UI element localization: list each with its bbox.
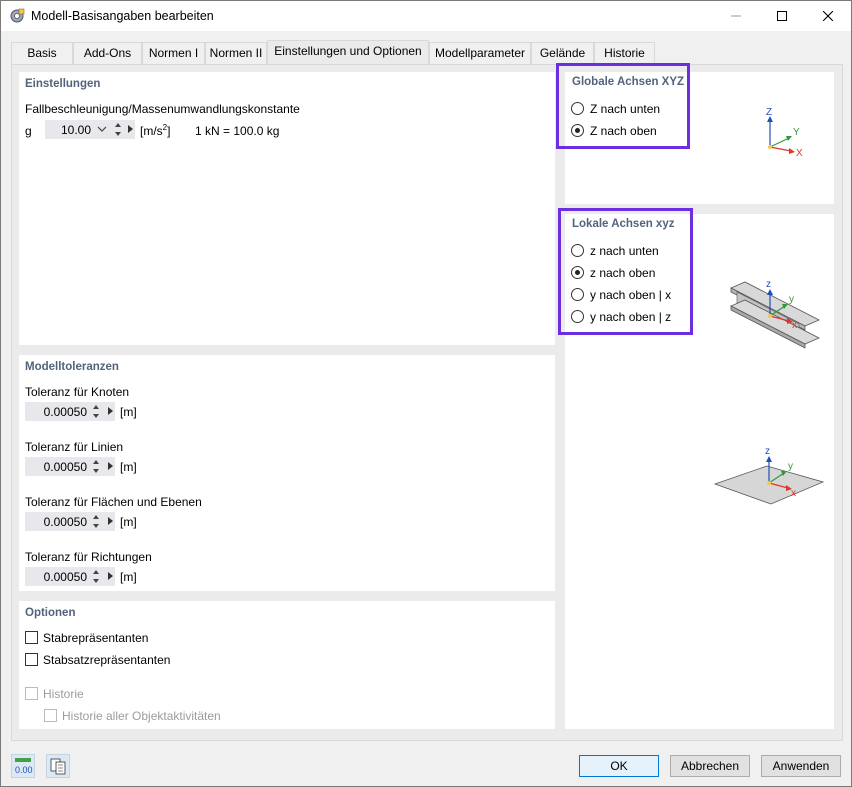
spin-next-icon[interactable] bbox=[108, 517, 113, 525]
toleranz-richtungen-input[interactable]: 0.00050 bbox=[25, 567, 115, 586]
spin-next-icon[interactable] bbox=[128, 125, 133, 133]
historie-checkbox[interactable] bbox=[25, 687, 38, 700]
svg-text:y: y bbox=[788, 461, 793, 472]
toleranz-knoten-unit: [m] bbox=[120, 405, 137, 419]
tab-gelaende[interactable]: Gelände bbox=[531, 42, 594, 64]
lokale-achsen-highlight bbox=[558, 208, 693, 335]
svg-text:Z: Z bbox=[766, 107, 772, 118]
svg-text:0.00: 0.00 bbox=[15, 765, 33, 775]
surface-axes-icon: z y x bbox=[713, 446, 825, 505]
close-button[interactable] bbox=[805, 1, 851, 31]
title-bar: Modell-Basisangaben bearbeiten bbox=[1, 1, 851, 31]
einstellungen-title: Einstellungen bbox=[25, 78, 101, 90]
cancel-button[interactable]: Abbrechen bbox=[670, 755, 750, 777]
toleranz-linien-unit: [m] bbox=[120, 460, 137, 474]
minimize-button[interactable] bbox=[713, 1, 759, 31]
svg-text:x: x bbox=[792, 320, 797, 331]
close-icon bbox=[823, 11, 833, 21]
minimize-icon bbox=[731, 15, 741, 17]
units-decimals-button[interactable]: 0.00 bbox=[11, 754, 35, 778]
ok-button[interactable]: OK bbox=[579, 755, 659, 777]
maximize-icon bbox=[777, 11, 787, 21]
toleranz-knoten-label: Toleranz für Knoten bbox=[25, 385, 130, 399]
svg-text:z: z bbox=[765, 446, 770, 457]
historie-aller-objektaktivitaeten-label[interactable]: Historie aller Objektaktivitäten bbox=[62, 709, 221, 723]
stabrepraesentanten-label[interactable]: Stabrepräsentanten bbox=[43, 631, 148, 645]
global-axes-icon: Z Y X bbox=[766, 107, 803, 159]
optionen-title: Optionen bbox=[25, 607, 76, 619]
spin-next-icon[interactable] bbox=[108, 407, 113, 415]
toleranz-linien-label: Toleranz für Linien bbox=[25, 440, 124, 454]
toleranzen-panel: Modelltoleranzen Toleranz für Knoten 0.0… bbox=[19, 355, 555, 591]
tab-modellparameter[interactable]: Modellparameter bbox=[429, 42, 531, 64]
globale-achsen-highlight bbox=[556, 63, 690, 149]
app-icon bbox=[10, 8, 25, 23]
g-label: g bbox=[25, 124, 32, 138]
toleranz-richtungen-unit: [m] bbox=[120, 570, 137, 584]
maximize-button[interactable] bbox=[759, 1, 805, 31]
chevron-down-icon[interactable] bbox=[97, 123, 107, 135]
spin-updown-icon[interactable] bbox=[91, 513, 101, 530]
stabrepraesentanten-checkbox[interactable] bbox=[25, 631, 38, 644]
spin-next-icon[interactable] bbox=[108, 462, 113, 470]
stabsatzrepraesentanten-checkbox[interactable] bbox=[25, 653, 38, 666]
toleranz-flaechen-unit: [m] bbox=[120, 515, 137, 529]
svg-text:X: X bbox=[796, 148, 803, 159]
copy-icon bbox=[50, 758, 66, 775]
tab-historie[interactable]: Historie bbox=[594, 42, 655, 64]
svg-text:Y: Y bbox=[793, 127, 800, 138]
dialog-window: Modell-Basisangaben bearbeiten Basis Add… bbox=[0, 0, 852, 787]
tab-einstellungen-und-optionen[interactable]: Einstellungen und Optionen bbox=[267, 40, 429, 64]
tab-basis[interactable]: Basis bbox=[11, 42, 73, 64]
stabsatzrepraesentanten-label[interactable]: Stabsatzrepräsentanten bbox=[43, 653, 170, 667]
g-unit: [m/s2] bbox=[140, 123, 171, 138]
gravity-subtitle: Fallbeschleunigung/Massenumwandlungskons… bbox=[25, 102, 300, 116]
spin-updown-icon[interactable] bbox=[91, 403, 101, 420]
toleranz-knoten-input[interactable]: 0.00050 bbox=[25, 402, 115, 421]
decimals-icon: 0.00 bbox=[15, 758, 33, 775]
optionen-panel: Optionen Stabrepräsentanten Stabsatzrepr… bbox=[19, 601, 555, 729]
historie-label[interactable]: Historie bbox=[43, 687, 84, 701]
copy-settings-button[interactable] bbox=[46, 754, 70, 778]
spin-updown-icon[interactable] bbox=[91, 458, 101, 475]
tab-normen-2[interactable]: Normen II bbox=[205, 42, 267, 64]
tab-add-ons[interactable]: Add-Ons bbox=[73, 42, 142, 64]
tab-content: Einstellungen Fallbeschleunigung/Massenu… bbox=[11, 64, 843, 741]
window-title: Modell-Basisangaben bearbeiten bbox=[31, 9, 214, 23]
ibeam-axes-icon: z y x bbox=[730, 279, 820, 349]
toleranz-flaechen-input[interactable]: 0.00050 bbox=[25, 512, 115, 531]
svg-text:x: x bbox=[791, 488, 796, 499]
svg-text:z: z bbox=[766, 279, 771, 290]
toleranz-linien-input[interactable]: 0.00050 bbox=[25, 457, 115, 476]
tab-normen-1[interactable]: Normen I bbox=[142, 42, 205, 64]
toleranzen-title: Modelltoleranzen bbox=[25, 361, 119, 373]
svg-text:y: y bbox=[789, 294, 794, 305]
spin-updown-icon[interactable] bbox=[113, 121, 123, 138]
spin-next-icon[interactable] bbox=[108, 572, 113, 580]
toleranz-richtungen-label: Toleranz für Richtungen bbox=[25, 550, 152, 564]
conversion-text: 1 kN = 100.0 kg bbox=[195, 124, 280, 138]
spin-updown-icon[interactable] bbox=[91, 568, 101, 585]
einstellungen-panel: Einstellungen Fallbeschleunigung/Massenu… bbox=[19, 72, 555, 345]
g-value: 10.00 bbox=[60, 123, 91, 137]
g-value-combobox[interactable]: 10.00 bbox=[45, 120, 135, 139]
toleranz-flaechen-label: Toleranz für Flächen und Ebenen bbox=[25, 495, 202, 509]
historie-aller-objektaktivitaeten-checkbox[interactable] bbox=[44, 709, 57, 722]
apply-button[interactable]: Anwenden bbox=[761, 755, 841, 777]
